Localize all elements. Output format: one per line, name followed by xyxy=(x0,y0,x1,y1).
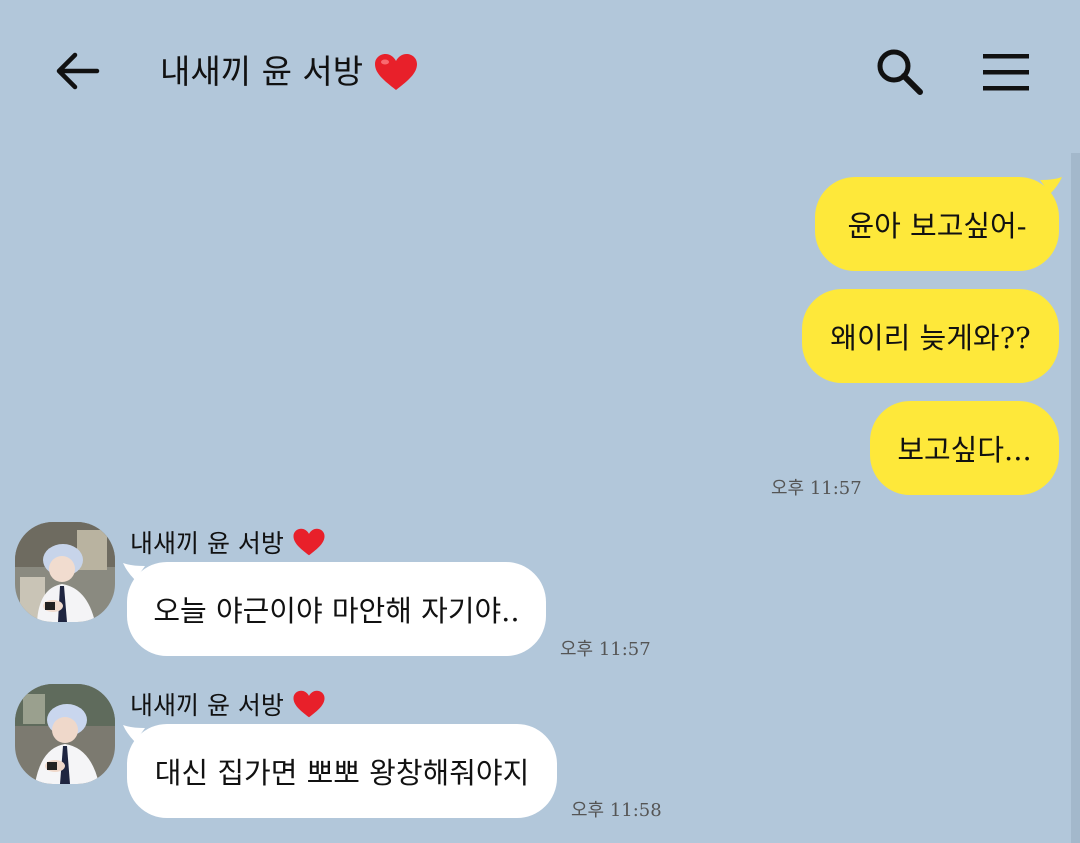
avatar[interactable] xyxy=(15,684,115,784)
sender-name-text: 내새끼 윤 서방 xyxy=(130,529,284,558)
message-bubble[interactable]: 보고싶다... xyxy=(870,401,1059,495)
message-bubble[interactable]: 윤아 보고싶어- xyxy=(815,177,1059,271)
red-heart-icon xyxy=(293,690,325,718)
search-button[interactable] xyxy=(870,44,930,100)
scrollbar[interactable] xyxy=(1071,153,1080,843)
bubble-tail xyxy=(1040,177,1062,194)
sender-name-text: 내새끼 윤 서방 xyxy=(130,691,284,720)
message-bubble[interactable]: 왜이리 늦게와?? xyxy=(802,289,1059,383)
arrow-left-icon xyxy=(56,52,100,90)
message-text: 왜이리 늦게와?? xyxy=(830,321,1031,355)
message-text: 대신 집가면 뽀뽀 왕창해줘야지 xyxy=(154,756,530,790)
message-time: 오후 11:57 xyxy=(560,639,651,660)
message-text: 윤아 보고싶어- xyxy=(847,209,1027,243)
chat-title: 내새끼 윤 서방 xyxy=(160,50,419,94)
hamburger-menu-icon xyxy=(983,54,1029,91)
message-text: 보고싶다... xyxy=(897,433,1032,467)
message-text: 오늘 야근이야 마안해 자기야.. xyxy=(153,594,520,628)
avatar[interactable] xyxy=(15,522,115,622)
chat-header: 내새끼 윤 서방 xyxy=(0,0,1080,150)
red-heart-icon xyxy=(373,52,419,92)
back-button[interactable] xyxy=(50,46,104,96)
chat-title-text: 내새끼 윤 서방 xyxy=(160,52,364,91)
menu-button[interactable] xyxy=(976,44,1036,100)
red-heart-icon xyxy=(293,528,325,556)
sender-name: 내새끼 윤 서방 xyxy=(130,686,326,722)
message-bubble[interactable]: 오늘 야근이야 마안해 자기야.. xyxy=(127,562,546,656)
search-icon xyxy=(877,49,923,95)
message-time: 오후 11:58 xyxy=(571,800,662,821)
message-bubble[interactable]: 대신 집가면 뽀뽀 왕창해줘야지 xyxy=(127,724,557,818)
message-time: 오후 11:57 xyxy=(771,478,862,499)
sender-name: 내새끼 윤 서방 xyxy=(130,524,326,560)
